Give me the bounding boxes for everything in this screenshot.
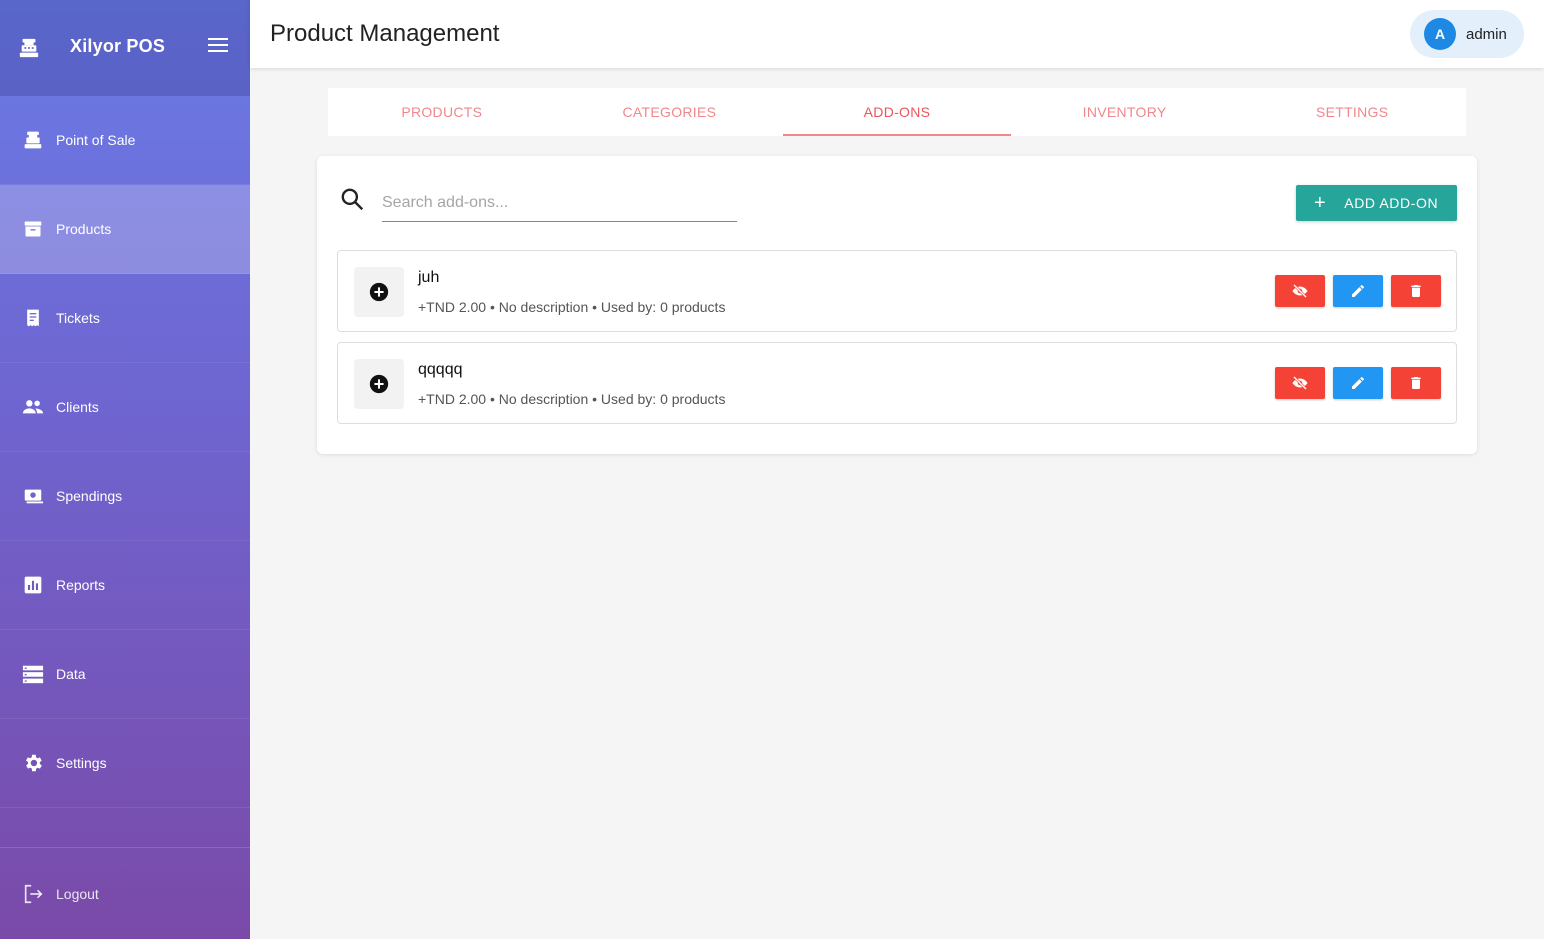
sidebar-item-point-of-sale[interactable]: Point of Sale	[0, 96, 250, 185]
toggle-visibility-button[interactable]	[1275, 367, 1325, 399]
sidebar-item-clients[interactable]: Clients	[0, 363, 250, 452]
add-circle-icon	[354, 267, 404, 317]
addon-name: qqqqq	[418, 361, 463, 378]
cash-register-icon	[22, 129, 44, 151]
pencil-icon	[1352, 285, 1364, 297]
trash-icon	[1411, 377, 1421, 389]
page-title: Product Management	[270, 20, 500, 47]
user-name: admin	[1466, 25, 1507, 43]
tab-bar: PRODUCTS CATEGORIES ADD-ONS INVENTORY SE…	[328, 88, 1466, 136]
sidebar-header: Xilyor POS	[0, 0, 250, 96]
search-icon	[341, 188, 364, 211]
sidebar-item-label: Clients	[56, 399, 99, 415]
sidebar-item-label: Reports	[56, 577, 106, 593]
pencil-icon	[1352, 377, 1364, 389]
receipt-icon	[22, 307, 44, 329]
people-icon	[22, 396, 44, 418]
list-item: juh +TND 2.00 • No description • Used by…	[337, 250, 1457, 332]
delete-button[interactable]	[1391, 275, 1441, 307]
brand-name: Xilyor POS	[70, 36, 166, 56]
gear-icon	[22, 752, 44, 774]
menu-toggle-icon[interactable]	[208, 38, 228, 56]
plus-icon: +	[1314, 192, 1327, 214]
sidebar-item-settings[interactable]: Settings	[0, 719, 250, 808]
add-ons-panel: + ADD ADD-ON juh +TND 2.00 • No descript…	[317, 156, 1477, 454]
money-icon	[22, 485, 44, 507]
addon-meta: +TND 2.00 • No description • Used by: 0 …	[418, 299, 726, 315]
sidebar-item-spendings[interactable]: Spendings	[0, 452, 250, 541]
search-input[interactable]	[382, 184, 737, 222]
sidebar-item-label: Tickets	[56, 310, 100, 326]
sidebar-item-data[interactable]: Data	[0, 630, 250, 719]
sidebar-item-products[interactable]: Products	[0, 185, 250, 274]
add-circle-icon	[354, 359, 404, 409]
eye-off-icon	[1292, 284, 1308, 298]
eye-off-icon	[1292, 376, 1308, 390]
edit-button[interactable]	[1333, 367, 1383, 399]
sidebar-item-tickets[interactable]: Tickets	[0, 274, 250, 363]
sidebar-item-label: Point of Sale	[56, 132, 136, 148]
sidebar-nav: Point of Sale Products Tickets Clients S…	[0, 96, 250, 808]
tab-add-ons[interactable]: ADD-ONS	[783, 88, 1011, 136]
trash-icon	[1411, 285, 1421, 297]
logout-icon	[24, 884, 43, 903]
row-actions	[1275, 275, 1441, 307]
top-bar: Product Management A admin	[250, 0, 1544, 68]
avatar: A	[1424, 18, 1456, 50]
storage-icon	[22, 663, 44, 685]
tab-settings[interactable]: SETTINGS	[1238, 88, 1466, 136]
row-actions	[1275, 367, 1441, 399]
chart-icon	[22, 574, 44, 596]
tab-categories[interactable]: CATEGORIES	[556, 88, 784, 136]
sidebar-item-label: Data	[56, 666, 86, 682]
delete-button[interactable]	[1391, 367, 1441, 399]
sidebar-item-reports[interactable]: Reports	[0, 541, 250, 630]
sidebar-item-label: Products	[56, 221, 112, 237]
add-add-on-label: ADD ADD-ON	[1344, 195, 1439, 211]
logout-button[interactable]: Logout	[0, 847, 250, 939]
archive-icon	[22, 218, 44, 240]
sidebar-item-label: Settings	[56, 755, 107, 771]
addon-name: juh	[418, 269, 440, 286]
sidebar: Xilyor POS Point of Sale Products Ticket…	[0, 0, 250, 939]
toggle-visibility-button[interactable]	[1275, 275, 1325, 307]
logout-label: Logout	[56, 885, 99, 902]
list-item: qqqqq +TND 2.00 • No description • Used …	[337, 342, 1457, 424]
tab-inventory[interactable]: INVENTORY	[1011, 88, 1239, 136]
add-add-on-button[interactable]: + ADD ADD-ON	[1296, 185, 1457, 221]
edit-button[interactable]	[1333, 275, 1383, 307]
addon-meta: +TND 2.00 • No description • Used by: 0 …	[418, 391, 726, 407]
cash-register-icon	[19, 38, 39, 58]
user-menu[interactable]: A admin	[1410, 10, 1524, 58]
tab-products[interactable]: PRODUCTS	[328, 88, 556, 136]
sidebar-item-label: Spendings	[56, 488, 123, 504]
